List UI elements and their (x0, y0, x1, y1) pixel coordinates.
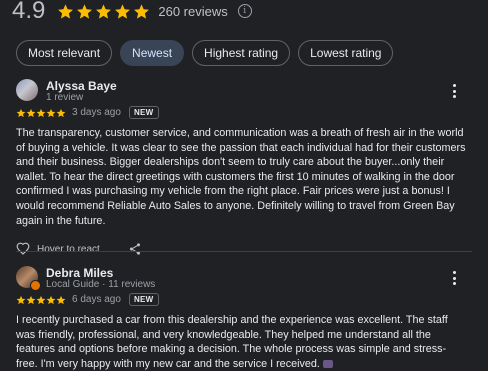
star-icon (36, 108, 46, 117)
review-meta: 3 days ago NEW (16, 106, 159, 119)
review-meta: 6 days ago NEW (16, 293, 159, 306)
star-icon (26, 295, 36, 304)
star-icon (96, 3, 112, 19)
info-icon[interactable]: i (237, 4, 252, 18)
sort-highest-rating-chip[interactable]: Highest rating (192, 40, 291, 66)
star-icon (56, 295, 66, 304)
star-icon (36, 295, 46, 304)
more-options-icon[interactable] (452, 84, 456, 98)
star-icon (46, 108, 56, 117)
new-badge: NEW (128, 293, 159, 306)
hover-to-react-label[interactable]: Hover to react (37, 244, 100, 255)
review-stars (16, 295, 66, 305)
review-divider (16, 251, 472, 252)
star-icon (115, 3, 131, 19)
star-icon (58, 3, 74, 19)
heart-icon[interactable] (16, 242, 30, 256)
review-text-container: I recently purchased a car from this dea… (16, 313, 466, 371)
star-icon (16, 295, 26, 304)
sort-chips: Most relevant Newest Highest rating Lowe… (16, 40, 394, 66)
review-stars (16, 108, 66, 118)
new-badge: NEW (128, 106, 159, 119)
local-guide-badge-icon (30, 280, 41, 291)
review-header: Alyssa Baye 1 review 3 days ago NEW (16, 79, 472, 119)
review-text: I recently purchased a car from this dea… (16, 314, 448, 370)
star-icon (56, 108, 66, 117)
star-icon (46, 295, 56, 304)
sort-most-relevant-chip[interactable]: Most relevant (16, 40, 113, 66)
emoji-icon (322, 359, 333, 368)
star-icon (16, 108, 26, 117)
review-date: 6 days ago (72, 294, 121, 305)
reviewer-name[interactable]: Alyssa Baye (46, 79, 117, 93)
star-icon (26, 108, 36, 117)
reviewer-subtitle: Local Guide · 11 reviews (46, 279, 156, 290)
reviewer-name[interactable]: Debra Miles (46, 266, 113, 280)
sort-lowest-rating-chip[interactable]: Lowest rating (298, 40, 394, 66)
rating-stars (57, 3, 150, 20)
star-icon (77, 3, 93, 19)
sort-newest-chip[interactable]: Newest (120, 40, 185, 66)
share-icon[interactable] (128, 242, 142, 256)
rating-summary: 4.9 260 reviews i (12, 0, 252, 28)
review-text: The transparency, customer service, and … (16, 127, 466, 227)
review-card: Debra Miles Local Guide · 11 reviews 6 d… (16, 266, 472, 371)
review-header: Debra Miles Local Guide · 11 reviews 6 d… (16, 266, 472, 306)
review-date: 3 days ago (72, 107, 121, 118)
star-icon (134, 3, 150, 19)
review-actions: Hover to react (16, 240, 472, 258)
review-card: Alyssa Baye 1 review 3 days ago NEW The … (16, 79, 472, 258)
avatar[interactable] (16, 79, 38, 101)
review-count: 260 reviews (158, 3, 228, 19)
more-options-icon[interactable] (452, 271, 456, 285)
reviewer-subtitle: 1 review (46, 92, 84, 103)
average-rating: 4.9 (12, 0, 46, 24)
